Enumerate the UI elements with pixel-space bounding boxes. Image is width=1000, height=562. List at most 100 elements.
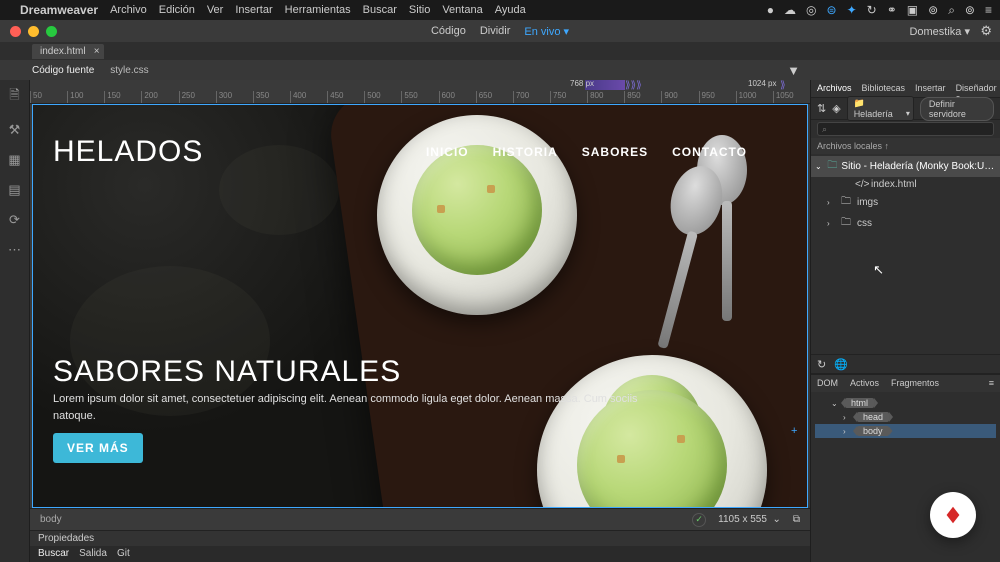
file-tab-label: index.html <box>40 46 86 57</box>
local-files-header[interactable]: Archivos locales ↑ <box>811 138 1000 154</box>
live-preview-canvas[interactable]: HELADOS INICIO HISTORIA SABORES CONTACTO… <box>32 104 808 508</box>
files-toolbar: ⇅ ◈ 📁 Heladería Definir servidore <box>811 98 1000 120</box>
menu-archivo[interactable]: Archivo <box>110 4 147 16</box>
src-tab-codigo-fuente[interactable]: Código fuente <box>32 65 94 76</box>
tree-item-label: css <box>857 218 872 229</box>
chevron-down-icon: ⌄ <box>815 162 823 171</box>
nav-contacto[interactable]: CONTACTO <box>672 145 747 159</box>
control-icon[interactable]: ⊚ <box>965 3 975 17</box>
close-tab-icon[interactable]: × <box>94 46 100 57</box>
ftp-icon[interactable]: ⇅ <box>817 102 826 115</box>
site-dropdown[interactable]: 📁 Heladería <box>847 96 914 121</box>
cloud-icon[interactable]: ☁ <box>784 3 796 17</box>
maximize-window-button[interactable] <box>46 26 57 37</box>
src-tab-stylecss[interactable]: style.css <box>110 65 148 76</box>
define-server-button[interactable]: Definir servidore <box>920 97 994 121</box>
validation-ok-icon[interactable]: ✓ <box>692 513 706 527</box>
viewport-size[interactable]: 1105 x 555 ⌄ <box>718 514 781 525</box>
menu-insertar[interactable]: Insertar <box>235 4 272 16</box>
menu-buscar[interactable]: Buscar <box>363 4 397 16</box>
mode-dividir[interactable]: Dividir <box>480 25 511 38</box>
tab-fragmentos[interactable]: Fragmentos <box>891 378 939 389</box>
file-tab-bar: index.html × <box>0 42 1000 60</box>
menu-ventana[interactable]: Ventana <box>442 4 482 16</box>
sync-tool-icon[interactable]: ⟳ <box>9 212 20 228</box>
manage-tool-icon[interactable]: ⚒ <box>9 122 21 138</box>
settings-gear-icon[interactable]: ⚙ <box>980 23 992 39</box>
browser-icon[interactable]: 🌐 <box>834 358 848 371</box>
mode-codigo[interactable]: Código <box>431 25 466 38</box>
wifi-icon[interactable]: ⊚ <box>928 3 938 17</box>
ruler[interactable]: 768 px ⟫⟫⟫ 1024 px ⟫ 5010015020025030035… <box>30 80 810 104</box>
sync-icon[interactable]: ◈ <box>832 102 840 115</box>
refresh-icon[interactable]: ↻ <box>817 358 826 371</box>
more-tool-icon[interactable]: ⋯ <box>8 242 21 258</box>
dom-head[interactable]: › head <box>815 410 996 424</box>
dom-path[interactable]: body <box>40 514 62 525</box>
bp-marker-2[interactable]: ⟫ <box>780 80 786 91</box>
tab-buscar[interactable]: Buscar <box>38 548 69 560</box>
menu-ayuda[interactable]: Ayuda <box>495 4 526 16</box>
tab-insertar[interactable]: Insertar <box>915 83 946 94</box>
chat-icon[interactable]: ⊜ <box>827 3 837 17</box>
tree-item-label: index.html <box>871 179 917 190</box>
tree-imgs-folder[interactable]: ›🗀 imgs <box>811 192 1000 213</box>
device-preview-icon[interactable]: ⧉ <box>793 514 800 525</box>
dom-tool-icon[interactable]: 🗎 <box>9 86 19 108</box>
tree-site-root[interactable]: ⌄ 🗀 Sitio - Heladería (Monky Book:Users:… <box>811 156 1000 177</box>
view-mode-switcher: Código Dividir En vivo ▾ <box>431 25 569 38</box>
filter-icon[interactable]: ▼ <box>787 63 800 78</box>
chevron-right-icon: › <box>827 198 837 207</box>
timemachine-icon[interactable]: ↻ <box>867 3 877 17</box>
bp-768-label: 768 px <box>570 80 594 88</box>
tab-activos[interactable]: Activos <box>850 378 879 389</box>
menu-edicion[interactable]: Edición <box>159 4 195 16</box>
assets-tool-icon[interactable]: ▤ <box>8 182 20 198</box>
minimize-window-button[interactable] <box>28 26 39 37</box>
cc-icon[interactable]: ◎ <box>806 3 816 17</box>
html-file-icon: </> <box>855 179 867 190</box>
site-folder-icon: 🗀 <box>827 158 837 175</box>
bluetooth-icon[interactable]: ⚭ <box>887 3 897 17</box>
nav-inicio[interactable]: INICIO <box>426 145 469 159</box>
tab-git[interactable]: Git <box>117 548 130 560</box>
domestika-logo-icon <box>942 504 964 526</box>
airplay-icon[interactable]: ▣ <box>907 3 918 17</box>
nav-sabores[interactable]: SABORES <box>582 145 648 159</box>
dom-panel-tabs: DOM Activos Fragmentos ≡ <box>811 374 1000 392</box>
tree-css-folder[interactable]: ›🗀 css <box>811 213 1000 234</box>
add-element-icon[interactable]: + <box>791 425 797 437</box>
domestika-badge[interactable] <box>930 492 976 538</box>
tab-salida[interactable]: Salida <box>79 548 107 560</box>
menu-ver[interactable]: Ver <box>207 4 224 16</box>
dom-body[interactable]: + › body <box>815 424 996 438</box>
file-tab-index[interactable]: index.html × <box>32 44 104 59</box>
tab-archivos[interactable]: Archivos <box>817 83 852 94</box>
properties-panel-header[interactable]: Propiedades <box>30 530 810 546</box>
menu-herramientas[interactable]: Herramientas <box>285 4 351 16</box>
tab-disenador[interactable]: Diseñador c <box>956 83 997 94</box>
extract-tool-icon[interactable]: ▦ <box>8 152 20 168</box>
app-name[interactable]: Dreamweaver <box>20 3 98 17</box>
nav-historia[interactable]: HISTORIA <box>493 145 558 159</box>
workspace-dropdown[interactable]: Domestika ▾ <box>909 25 970 38</box>
teams-icon[interactable]: ✦ <box>847 3 857 17</box>
tab-bibliotecas[interactable]: Bibliotecas <box>862 83 906 94</box>
hero-cta-button[interactable]: VER MÁS <box>53 433 143 463</box>
panel-menu-icon[interactable]: ≡ <box>989 378 994 389</box>
mac-status-icons: ● ☁ ◎ ⊜ ✦ ↻ ⚭ ▣ ⊚ ⌕ ⊚ ≡ <box>767 3 992 18</box>
record-icon[interactable]: ● <box>767 3 774 17</box>
close-window-button[interactable] <box>10 26 21 37</box>
tab-dom[interactable]: DOM <box>817 378 838 389</box>
site-logo[interactable]: HELADOS <box>53 135 203 169</box>
menu-icon[interactable]: ≡ <box>985 3 992 17</box>
mode-envivo[interactable]: En vivo ▾ <box>524 25 569 38</box>
dom-tag-head: head <box>857 412 889 422</box>
dom-html[interactable]: ⌄ html <box>815 396 996 410</box>
bp-marker-1[interactable]: ⟫⟫⟫ <box>625 80 642 91</box>
files-footer-tools: ↻ 🌐 <box>811 354 1000 374</box>
files-search-input[interactable] <box>817 122 994 136</box>
search-icon[interactable]: ⌕ <box>948 3 955 18</box>
tree-index-html[interactable]: </> index.html <box>811 177 1000 192</box>
menu-sitio[interactable]: Sitio <box>409 4 430 16</box>
